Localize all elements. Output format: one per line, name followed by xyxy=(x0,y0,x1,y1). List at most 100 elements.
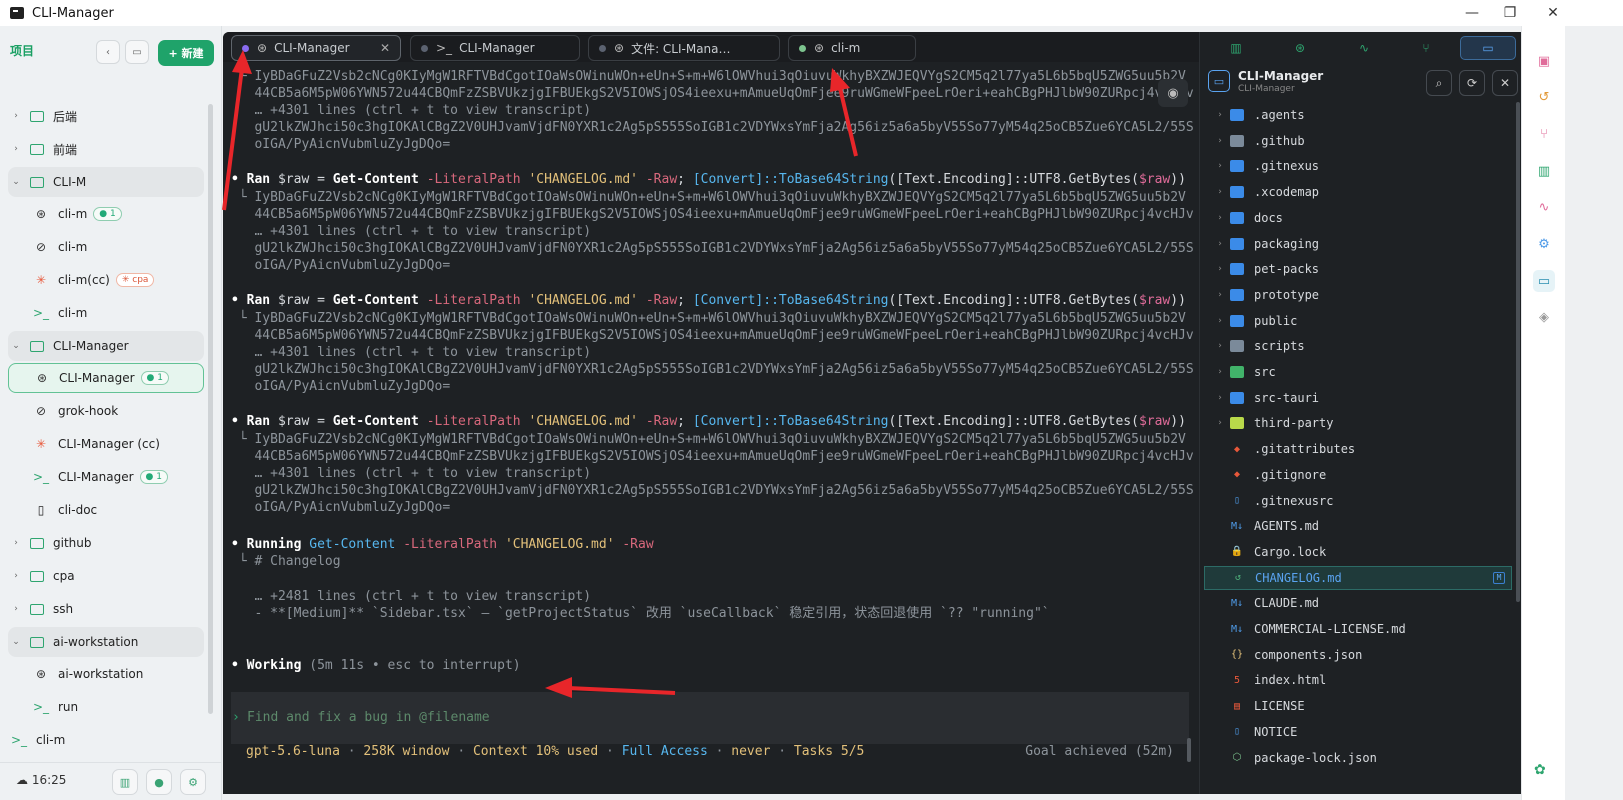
session-item[interactable]: ✳ cli-m(cc) ✳ cpa xyxy=(8,265,204,295)
status-badge: ● 1 xyxy=(93,207,122,221)
close-explorer-button[interactable]: ✕ xyxy=(1492,70,1518,96)
session-item[interactable]: ⊘ cli-m xyxy=(8,232,204,262)
tree-label: cli-m xyxy=(58,207,88,221)
file-row[interactable]: ▯ .gitnexusrc xyxy=(1204,489,1512,513)
file-row[interactable]: M↓ CLAUDE.md xyxy=(1204,591,1512,615)
refresh-button[interactable]: ⟳ xyxy=(1459,70,1485,96)
folder-row[interactable]: › .github xyxy=(1204,129,1512,153)
folder-row[interactable]: › src-tauri xyxy=(1204,386,1512,410)
session-item[interactable]: ⊛ cli-m ● 1 xyxy=(8,199,204,229)
file-row[interactable]: 🔒 Cargo.lock xyxy=(1204,540,1512,564)
project-group[interactable]: › 前端 xyxy=(8,134,204,164)
output-text: gU2lkZWJhci50c3hgIOKAlCBgZ2V0UHJvamVjdFN… xyxy=(254,483,1194,498)
rail-history-button[interactable]: ↺ xyxy=(1533,86,1555,108)
project-group[interactable]: › github xyxy=(8,528,204,558)
rail-files-button[interactable]: ▭ xyxy=(1533,270,1555,292)
clock-time: 16:25 xyxy=(31,773,67,787)
search-files-button[interactable]: ⌕ xyxy=(1426,70,1452,96)
rail-layers-button[interactable]: ◈ xyxy=(1533,306,1555,328)
tab-2[interactable]: ⊛ 文件: CLI-Mana… xyxy=(588,35,780,61)
new-project-button[interactable]: + 新建 xyxy=(158,40,214,66)
file-row[interactable]: ▤ LICENSE xyxy=(1204,694,1512,718)
status-button[interactable]: ● xyxy=(146,769,172,795)
file-icon: M↓ xyxy=(1230,520,1244,532)
folder-row[interactable]: › .xcodemap xyxy=(1204,180,1512,204)
file-name: components.json xyxy=(1254,647,1363,662)
session-item[interactable]: >_ run xyxy=(8,692,204,722)
folder-row[interactable]: › .gitnexus xyxy=(1204,154,1512,178)
activity-tab[interactable]: ∿ xyxy=(1336,36,1392,60)
git-tab[interactable]: ⑂ xyxy=(1398,36,1454,60)
collapse-sidebar-button[interactable]: ‹ xyxy=(96,40,120,64)
folder-row[interactable]: › third-party xyxy=(1204,411,1512,435)
files-tab[interactable]: ▭ xyxy=(1460,36,1516,60)
terminal-scrollbar[interactable] xyxy=(1187,738,1191,762)
maximize-button[interactable]: ❐ xyxy=(1487,0,1533,26)
sidebar-scrollbar[interactable] xyxy=(208,104,213,714)
tab-0[interactable]: ⊛ CLI-Manager ✕ xyxy=(231,35,401,61)
close-window-button[interactable]: ✕ xyxy=(1530,0,1576,26)
rail-activity-button[interactable]: ∿ xyxy=(1533,196,1555,218)
folder-row[interactable]: › src xyxy=(1204,360,1512,384)
project-group[interactable]: ⌄ CLI-M xyxy=(8,167,204,197)
prompt-input[interactable]: › Find and fix a bug in @filename xyxy=(231,692,1189,744)
file-row[interactable]: ↺ CHANGELOG.md M xyxy=(1204,565,1512,590)
file-row[interactable]: 5 index.html xyxy=(1204,668,1512,692)
file-row[interactable]: M↓ AGENTS.md xyxy=(1204,514,1512,538)
folder-row[interactable]: › packaging xyxy=(1204,232,1512,256)
project-group[interactable]: › 后端 xyxy=(8,101,204,131)
tree-label: cli-m xyxy=(58,306,88,320)
file-row[interactable]: ⬡ package-lock.json xyxy=(1204,746,1512,770)
tab-status-dot xyxy=(799,44,806,52)
file-name: .agents xyxy=(1254,108,1305,122)
file-row[interactable]: ◆ .gitignore xyxy=(1204,463,1512,487)
session-item[interactable]: ✳ CLI-Manager (cc) xyxy=(8,429,204,459)
output-line: … +4301 lines (ctrl + t to view transcri… xyxy=(231,344,591,361)
folder-row[interactable]: › public xyxy=(1204,309,1512,333)
open-folder-button[interactable]: ▭ xyxy=(125,40,149,64)
session-item[interactable]: >_ cli-m xyxy=(8,725,204,755)
tree-label: run xyxy=(58,700,79,714)
file-row[interactable]: ◆ .gitattributes xyxy=(1204,437,1512,461)
terminal-panel: ⊛ CLI-Manager ✕ >_ CLI-Manager ⊛ 文件: CLI… xyxy=(223,32,1199,794)
session-item[interactable]: ⊘ grok-hook xyxy=(8,396,204,426)
file-row[interactable]: {} components.json xyxy=(1204,643,1512,667)
project-group[interactable]: › ssh xyxy=(8,594,204,624)
folder-row[interactable]: › prototype xyxy=(1204,283,1512,307)
mascot-icon[interactable]: ✿ xyxy=(1534,762,1546,778)
stats-tab[interactable]: ▥ xyxy=(1208,36,1264,60)
folder-row[interactable]: › scripts xyxy=(1204,334,1512,358)
settings-button[interactable]: ⚙ xyxy=(180,769,206,795)
chevron-right-icon: › xyxy=(1217,392,1223,403)
explorer-scrollbar[interactable] xyxy=(1516,102,1520,602)
file-name: .gitnexus xyxy=(1254,159,1320,174)
rail-terminal-button[interactable]: ▣ xyxy=(1533,50,1555,72)
session-item[interactable]: ▯ cli-doc xyxy=(8,495,204,525)
folder-row[interactable]: › pet-packs xyxy=(1204,257,1512,281)
project-group[interactable]: › cpa xyxy=(8,561,204,591)
rail-stats-button[interactable]: ▥ xyxy=(1533,160,1555,182)
tab-3[interactable]: ⊛ cli-m xyxy=(788,35,916,61)
stats-button[interactable]: ▥ xyxy=(112,769,138,795)
rail-settings-button[interactable]: ⚙ xyxy=(1533,233,1555,255)
project-group[interactable]: ⌄ CLI-Manager xyxy=(8,331,204,361)
history-icon: ↺ xyxy=(1538,89,1550,105)
close-tab-icon[interactable]: ✕ xyxy=(380,41,390,55)
output-text: Get-Content xyxy=(332,172,419,187)
session-item[interactable]: >_ CLI-Manager ● 1 xyxy=(8,462,204,492)
chevron-right-icon: › xyxy=(1217,418,1223,429)
output-text: • Ran xyxy=(231,414,278,429)
session-item[interactable]: ⊛ CLI-Manager ● 1 xyxy=(8,363,204,393)
session-item[interactable]: >_ cli-m xyxy=(8,298,204,328)
file-row[interactable]: M↓ COMMERCIAL-LICENSE.md xyxy=(1204,617,1512,641)
folder-row[interactable]: › docs xyxy=(1204,206,1512,230)
folder-row[interactable]: › .agents xyxy=(1204,103,1512,127)
file-row[interactable]: ▯ NOTICE xyxy=(1204,720,1512,744)
tab-1[interactable]: >_ CLI-Manager xyxy=(410,35,580,61)
clock: ☁ 16:25 xyxy=(16,773,66,787)
session-item[interactable]: ⊛ ai-workstation xyxy=(8,659,204,689)
rail-git-button[interactable]: ⑂ xyxy=(1533,123,1555,145)
ai-tab[interactable]: ⊛ xyxy=(1272,36,1328,60)
preview-button[interactable]: ◉ xyxy=(1158,79,1188,107)
project-group[interactable]: ⌄ ai-workstation xyxy=(8,627,204,657)
